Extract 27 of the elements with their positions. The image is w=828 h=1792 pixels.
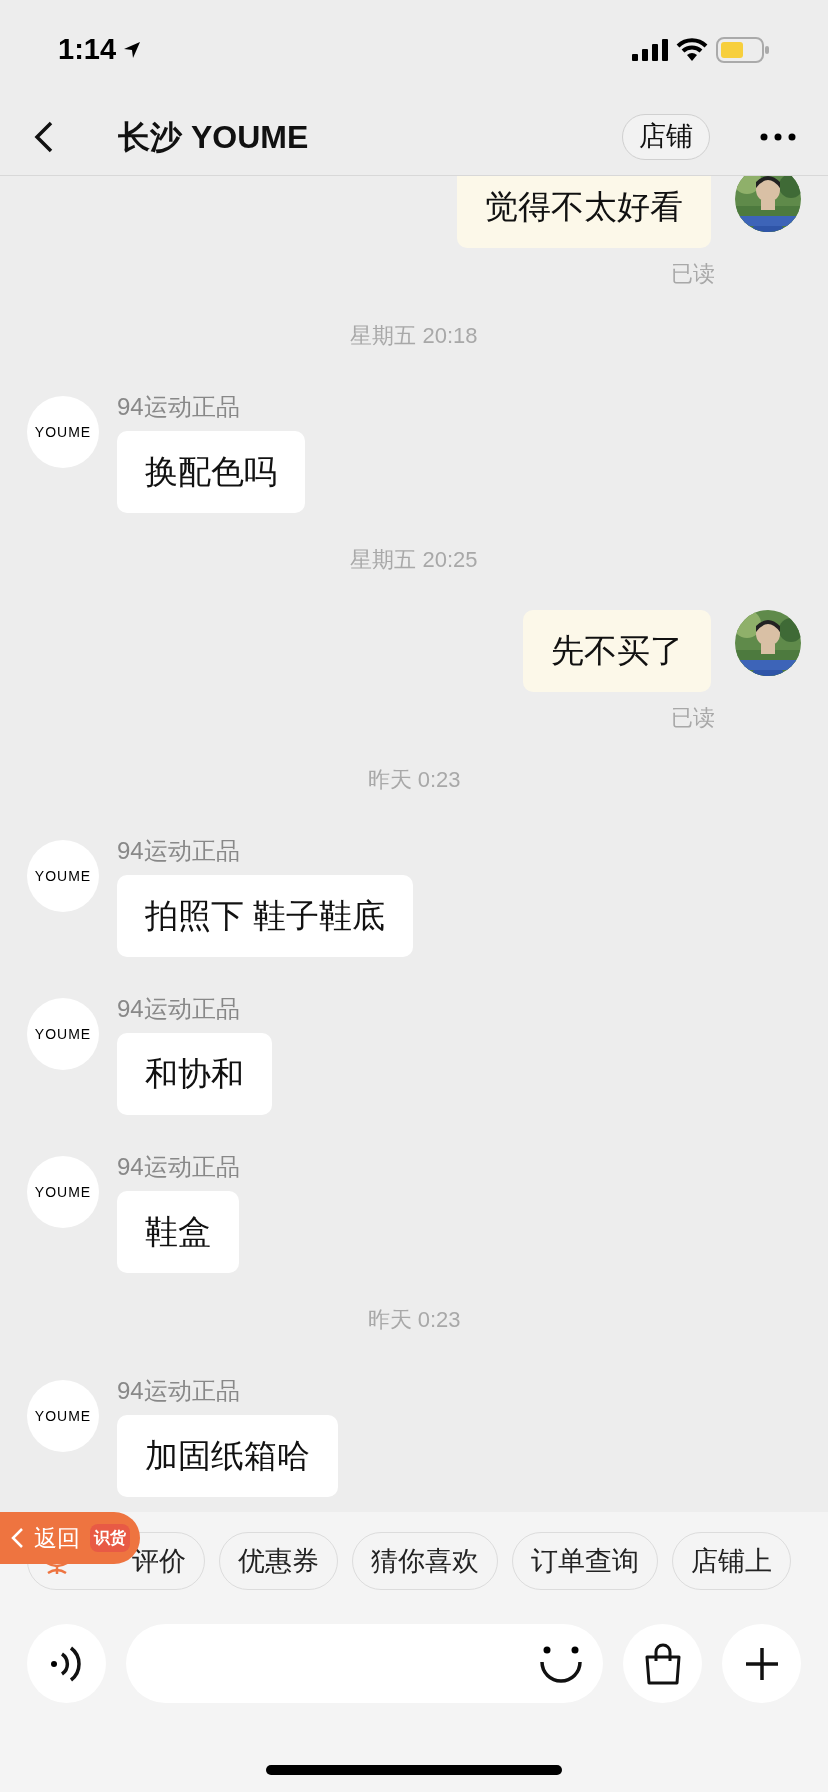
avatar-logo-text: YOUME — [34, 1182, 92, 1202]
message-bubble: 和协和 — [117, 1033, 272, 1115]
message-bubble: 加固纸箱哈 — [117, 1415, 338, 1497]
message-bubble: 换配色吗 — [117, 431, 305, 513]
app-badge: 识货 — [90, 1524, 130, 1552]
back-label: 返回 — [34, 1523, 80, 1553]
read-receipt: 已读 — [671, 260, 715, 288]
avatar-logo-text: YOUME — [34, 1024, 92, 1044]
timestamp: 星期五 20:25 — [350, 546, 478, 574]
sender-name: 94运动正品 — [117, 994, 240, 1024]
timestamp: 昨天 0:23 — [367, 1306, 461, 1334]
status-time: 1:14 — [58, 32, 117, 68]
message-bubble: 觉得不太好看 — [457, 176, 711, 248]
message-bubble: 拍照下 鞋子鞋底 — [117, 875, 414, 957]
avatar-logo-text: YOUME — [34, 422, 92, 442]
chat-title: 长沙 YOUME — [118, 117, 309, 157]
read-receipt: 已读 — [671, 704, 715, 732]
timestamp: 昨天 0:23 — [367, 766, 461, 794]
sender-name: 94运动正品 — [117, 836, 240, 866]
sender-name: 94运动正品 — [117, 1152, 240, 1182]
message-bubble: 鞋盒 — [117, 1191, 239, 1273]
avatar-logo-text: YOUME — [34, 1406, 92, 1426]
sender-name: 94运动正品 — [117, 392, 240, 422]
sender-name: 94运动正品 — [117, 1376, 240, 1406]
timestamp: 星期五 20:18 — [350, 322, 478, 350]
message-bubble: 先不买了 — [523, 610, 711, 692]
avatar-logo-text: YOUME — [34, 866, 92, 886]
